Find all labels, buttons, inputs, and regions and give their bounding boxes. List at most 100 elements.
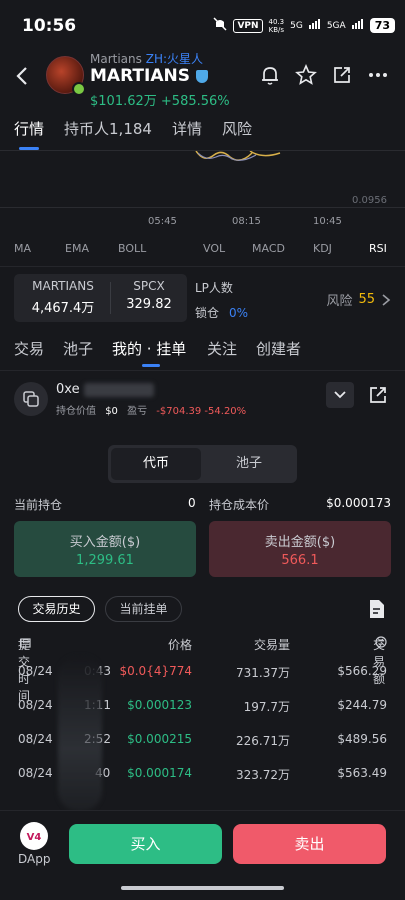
col-time[interactable]: 提交时间 bbox=[18, 636, 31, 703]
row-date: 08/24 bbox=[18, 732, 53, 746]
row-total: $244.79 bbox=[337, 698, 387, 712]
base-value: 4,467.4万 bbox=[31, 301, 95, 316]
tab-pending-orders[interactable]: 当前挂单 bbox=[105, 596, 182, 622]
time-tick: 08:15 bbox=[232, 216, 261, 227]
token-price: $101.62万 +585.56% bbox=[90, 90, 230, 109]
pnl-value: -$704.39 -54.20% bbox=[156, 406, 247, 417]
row-date: 08/24 bbox=[18, 766, 53, 780]
sell-button[interactable]: 卖出 bbox=[233, 824, 386, 864]
divider bbox=[0, 266, 405, 267]
chevron-down-icon bbox=[334, 391, 346, 399]
verified-icon bbox=[195, 69, 208, 83]
buy-amount-value: 1,299.61 bbox=[76, 553, 134, 568]
network-5g: 5G bbox=[290, 20, 303, 31]
indicator-vol[interactable]: VOL bbox=[203, 242, 225, 255]
buy-amount-card: 买入金额($) 1,299.61 bbox=[14, 521, 196, 577]
time-tick: 10:45 bbox=[313, 216, 342, 227]
tab-holders[interactable]: 持币人1,184 bbox=[64, 112, 152, 150]
tab-details[interactable]: 详情 bbox=[172, 112, 202, 150]
status-bar: 10:56 VPN 40.3 KB/s 5G 5GA 73 bbox=[0, 0, 405, 52]
token-subtitle: Martians ZH:火星人 bbox=[90, 50, 203, 67]
indicator-ma[interactable]: MA bbox=[14, 242, 31, 255]
back-button[interactable] bbox=[14, 64, 32, 88]
svg-text:V4: V4 bbox=[27, 832, 42, 843]
token-header: Martians ZH:火星人 MARTIANS $101.62万 +585.5… bbox=[0, 46, 405, 110]
external-link-icon bbox=[370, 387, 386, 403]
stat-divider bbox=[110, 282, 111, 314]
row-price: $0.000123 bbox=[127, 698, 192, 712]
sell-amount-value: 566.1 bbox=[281, 553, 319, 568]
token-market-value: $101.62万 bbox=[90, 94, 157, 109]
quote-label: SPCX bbox=[133, 279, 165, 293]
row-amount: 731.37万 bbox=[236, 666, 290, 680]
bell-icon[interactable] bbox=[259, 64, 281, 86]
cost-price-value: $0.000173 bbox=[326, 496, 391, 510]
subtab-creator[interactable]: 创建者 bbox=[256, 338, 301, 359]
quote-stat: SPCX 329.82 bbox=[114, 279, 184, 312]
holding-value: $0 bbox=[105, 406, 118, 417]
lp-count-label: LP人数 bbox=[195, 281, 233, 295]
chart-gridline bbox=[0, 207, 405, 208]
copy-wallet-icon[interactable] bbox=[14, 382, 48, 416]
row-price: $0.000215 bbox=[127, 732, 192, 746]
wallet-stats: 持仓价值 $0 盈亏 -$704.39 -54.20% bbox=[56, 402, 246, 417]
wallet-address: 0xe bbox=[56, 382, 154, 397]
indicator-macd[interactable]: MACD bbox=[252, 242, 285, 255]
dapp-label[interactable]: DApp bbox=[18, 852, 50, 866]
subtab-trades[interactable]: 交易 bbox=[14, 338, 44, 359]
token-full-name: Martians bbox=[90, 52, 142, 66]
header-actions bbox=[259, 63, 389, 86]
star-icon[interactable] bbox=[295, 63, 317, 86]
document-icon[interactable] bbox=[368, 599, 386, 619]
quote-value: 329.82 bbox=[126, 297, 172, 312]
status-time: 10:56 bbox=[22, 16, 77, 36]
base-label: MARTIANS bbox=[32, 279, 94, 293]
subtab-mine-orders[interactable]: 我的 · 挂单 bbox=[112, 338, 186, 359]
indicator-ema[interactable]: EMA bbox=[65, 242, 89, 255]
current-position-label: 当前持仓 bbox=[14, 498, 63, 512]
risk-value: 55 bbox=[358, 292, 375, 307]
asset-toggle: 代币 池子 bbox=[108, 445, 297, 483]
token-name: MARTIANS bbox=[90, 66, 190, 86]
network-5ga: 5GA bbox=[326, 20, 346, 31]
toggle-pool[interactable]: 池子 bbox=[204, 448, 294, 480]
wallet-share-button[interactable] bbox=[364, 382, 392, 408]
net-speed-value: 40.3 bbox=[268, 17, 285, 26]
chart-time-axis: 05:45 08:15 10:45 bbox=[0, 216, 405, 230]
risk-score[interactable]: 风险 55 bbox=[326, 290, 391, 309]
time-tick: 05:45 bbox=[148, 216, 177, 227]
lock-value: 0% bbox=[229, 306, 249, 320]
token-change: +585.56% bbox=[160, 94, 230, 109]
subtab-watch[interactable]: 关注 bbox=[207, 338, 237, 359]
subtab-indicator bbox=[142, 364, 160, 367]
tab-risk[interactable]: 风险 bbox=[222, 112, 252, 150]
row-date: 08/24 bbox=[18, 698, 53, 712]
dapp-icon[interactable]: V4 bbox=[20, 822, 48, 850]
wallet-dropdown-button[interactable] bbox=[326, 382, 354, 408]
indicator-boll[interactable]: BOLL bbox=[118, 242, 146, 255]
chevron-right-icon bbox=[382, 293, 391, 306]
main-tabs: 行情 持币人1,184 详情 风险 bbox=[0, 112, 405, 150]
chart-axis-value: 0.0956 bbox=[352, 195, 387, 206]
token-zh-name[interactable]: ZH:火星人 bbox=[146, 52, 203, 66]
row-amount: 226.71万 bbox=[236, 734, 290, 748]
col-amount: 交易量 bbox=[253, 638, 290, 652]
tab-trade-history[interactable]: 交易历史 bbox=[18, 596, 95, 622]
mute-icon bbox=[213, 17, 227, 34]
buy-button[interactable]: 买入 bbox=[69, 824, 222, 864]
sell-amount-label: 卖出金额($) bbox=[264, 535, 336, 550]
wallet-address-text: 0xe bbox=[56, 382, 80, 397]
tab-market[interactable]: 行情 bbox=[14, 112, 44, 150]
home-indicator[interactable] bbox=[121, 886, 284, 890]
toggle-token[interactable]: 代币 bbox=[111, 448, 201, 480]
indicator-rsi[interactable]: RSI bbox=[369, 242, 387, 255]
indicator-kdj[interactable]: KDJ bbox=[313, 242, 332, 255]
current-position-value: 0 bbox=[188, 496, 196, 510]
col-total[interactable]: 交易额 bbox=[373, 636, 387, 686]
subtab-pool[interactable]: 池子 bbox=[63, 338, 93, 359]
more-icon[interactable] bbox=[367, 64, 389, 86]
row-total: $566.29 bbox=[337, 664, 387, 678]
share-icon[interactable] bbox=[331, 64, 353, 86]
divider bbox=[0, 370, 405, 371]
net-speed: 40.3 KB/s bbox=[269, 18, 285, 34]
